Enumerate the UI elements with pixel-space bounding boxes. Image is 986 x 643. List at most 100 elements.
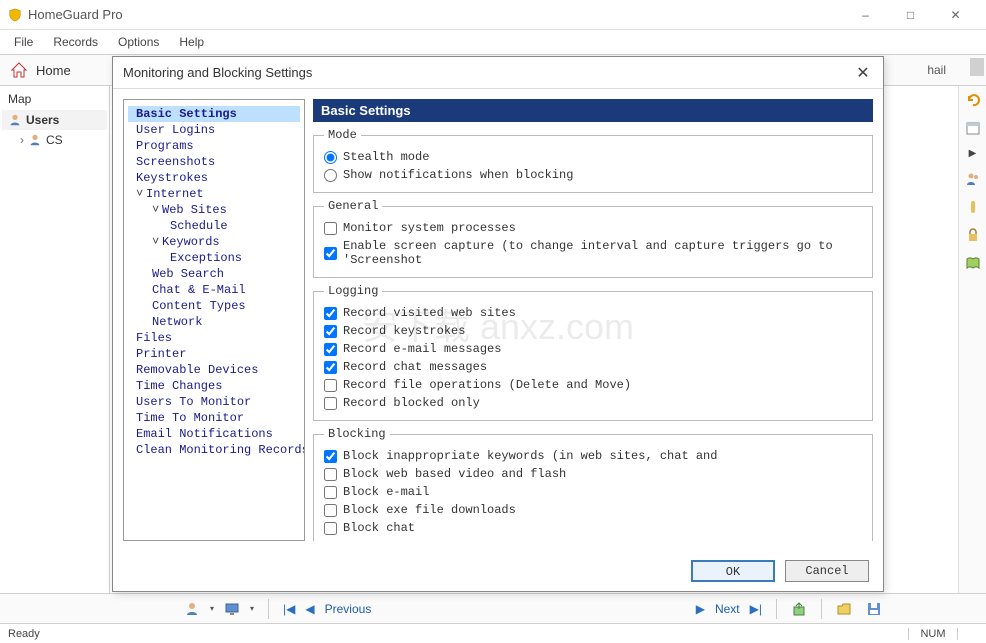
menu-records[interactable]: Records [45, 33, 106, 51]
check-blocking-0[interactable]: Block inappropriate keywords (in web sit… [324, 447, 862, 465]
tree-item-time-changes[interactable]: Time Changes [128, 378, 300, 394]
home-icon[interactable] [10, 61, 28, 79]
user-icon [28, 133, 42, 147]
user-icon [8, 113, 22, 127]
check-blocking-3[interactable]: Block exe file downloads [324, 501, 862, 519]
blocking-legend: Blocking [324, 427, 390, 441]
chevron-down-icon[interactable]: ▾ [250, 604, 254, 613]
check-logging-4[interactable]: Record file operations (Delete and Move) [324, 376, 862, 394]
calendar-icon[interactable] [965, 120, 981, 136]
users-icon[interactable] [965, 171, 981, 187]
tree-item-files[interactable]: Files [128, 330, 300, 346]
save-icon[interactable] [866, 601, 882, 617]
menu-help[interactable]: Help [171, 33, 212, 51]
ok-button[interactable]: OK [691, 560, 775, 582]
cancel-button[interactable]: Cancel [785, 560, 869, 582]
check-logging-3[interactable]: Record chat messages [324, 358, 862, 376]
chevron-down-icon: ˅ [136, 187, 146, 201]
check-logging-0-input[interactable] [324, 307, 337, 320]
home-label[interactable]: Home [36, 63, 71, 78]
check-blocking-1[interactable]: Block web based video and flash [324, 465, 862, 483]
radio-notify-input[interactable] [324, 169, 337, 182]
last-icon[interactable]: ▶| [750, 602, 762, 616]
tree-item-programs[interactable]: Programs [128, 138, 300, 154]
tree-item-content-types[interactable]: Content Types [128, 298, 300, 314]
radio-stealth-input[interactable] [324, 151, 337, 164]
sidebar-map: Map Users › CS [0, 86, 110, 593]
tree-item-basic-settings[interactable]: Basic Settings [128, 106, 300, 122]
check-monitor-system-input[interactable] [324, 222, 337, 235]
tree-item-keywords[interactable]: ˅Keywords [128, 234, 300, 250]
check-logging-2[interactable]: Record e-mail messages [324, 340, 862, 358]
previous-label[interactable]: Previous [325, 602, 372, 616]
sidebar-user-cs[interactable]: › CS [2, 130, 107, 150]
tree-item-screenshots[interactable]: Screenshots [128, 154, 300, 170]
check-logging-1-input[interactable] [324, 325, 337, 338]
menu-options[interactable]: Options [110, 33, 167, 51]
maximize-button[interactable]: □ [888, 1, 933, 29]
radio-stealth[interactable]: Stealth mode [324, 148, 862, 166]
check-blocking-2-input[interactable] [324, 486, 337, 499]
tree-item-web-search[interactable]: Web Search [128, 266, 300, 282]
user-dropdown-icon[interactable] [184, 601, 200, 617]
tree-item-time-to-monitor[interactable]: Time To Monitor [128, 410, 300, 426]
tree-item-user-logins[interactable]: User Logins [128, 122, 300, 138]
tree-item-clean-monitoring-records[interactable]: Clean Monitoring Records [128, 442, 300, 458]
tree-item-schedule[interactable]: Schedule [128, 218, 300, 234]
export-icon[interactable] [791, 601, 807, 617]
check-monitor-system[interactable]: Monitor system processes [324, 219, 862, 237]
tree-item-printer[interactable]: Printer [128, 346, 300, 362]
bottle-icon[interactable] [965, 199, 981, 215]
dialog-close-button[interactable]: ✕ [853, 63, 873, 83]
next-icon[interactable]: ▶ [696, 602, 705, 616]
prev-icon[interactable]: ◀ [305, 602, 314, 616]
check-logging-4-input[interactable] [324, 379, 337, 392]
check-blocking-2[interactable]: Block e-mail [324, 483, 862, 501]
check-logging-5-input[interactable] [324, 397, 337, 410]
check-blocking-4[interactable]: Block chat [324, 519, 862, 537]
check-logging-5[interactable]: Record blocked only [324, 394, 862, 412]
check-enable-capture-input[interactable] [324, 247, 337, 260]
check-blocking-0-input[interactable] [324, 450, 337, 463]
status-num: NUM [908, 628, 958, 640]
check-logging-1[interactable]: Record keystrokes [324, 322, 862, 340]
monitor-dropdown-icon[interactable] [224, 601, 240, 617]
check-logging-3-input[interactable] [324, 361, 337, 374]
close-button[interactable]: ✕ [933, 1, 978, 29]
chevron-down-icon[interactable]: ▾ [210, 604, 214, 613]
radio-notify[interactable]: Show notifications when blocking [324, 166, 862, 184]
first-icon[interactable]: |◀ [283, 602, 295, 616]
tree-item-internet[interactable]: ˅Internet [128, 186, 300, 202]
lock-icon[interactable] [965, 227, 981, 243]
folder-icon[interactable] [836, 601, 852, 617]
tree-item-keystrokes[interactable]: Keystrokes [128, 170, 300, 186]
tree-item-removable-devices[interactable]: Removable Devices [128, 362, 300, 378]
undo-icon[interactable] [965, 92, 981, 108]
check-logging-2-input[interactable] [324, 343, 337, 356]
expand-icon[interactable]: › [20, 133, 24, 147]
check-blocking-1-input[interactable] [324, 468, 337, 481]
next-label[interactable]: Next [715, 602, 740, 616]
settings-tree[interactable]: Basic SettingsUser LoginsProgramsScreens… [123, 99, 305, 541]
check-logging-0[interactable]: Record visited web sites [324, 304, 862, 322]
tree-item-email-notifications[interactable]: Email Notifications [128, 426, 300, 442]
menu-file[interactable]: File [6, 33, 41, 51]
sidebar-users-row[interactable]: Users [2, 110, 107, 130]
status-ready: Ready [8, 628, 908, 640]
tree-item-chat-e-mail[interactable]: Chat & E-Mail [128, 282, 300, 298]
play-icon[interactable]: ▶ [969, 148, 977, 159]
tree-item-users-to-monitor[interactable]: Users To Monitor [128, 394, 300, 410]
check-blocking-4-input[interactable] [324, 522, 337, 535]
tree-item-network[interactable]: Network [128, 314, 300, 330]
check-blocking-3-input[interactable] [324, 504, 337, 517]
dialog-title-text: Monitoring and Blocking Settings [123, 65, 853, 80]
check-enable-capture[interactable]: Enable screen capture (to change interva… [324, 237, 862, 269]
logging-legend: Logging [324, 284, 382, 298]
tree-item-web-sites[interactable]: ˅Web Sites [128, 202, 300, 218]
settings-dialog: Monitoring and Blocking Settings ✕ Basic… [112, 56, 884, 592]
map-title: Map [2, 88, 107, 110]
book-icon[interactable] [965, 255, 981, 271]
minimize-button[interactable]: – [843, 1, 888, 29]
scrollbar-stub[interactable] [970, 58, 984, 76]
tree-item-exceptions[interactable]: Exceptions [128, 250, 300, 266]
